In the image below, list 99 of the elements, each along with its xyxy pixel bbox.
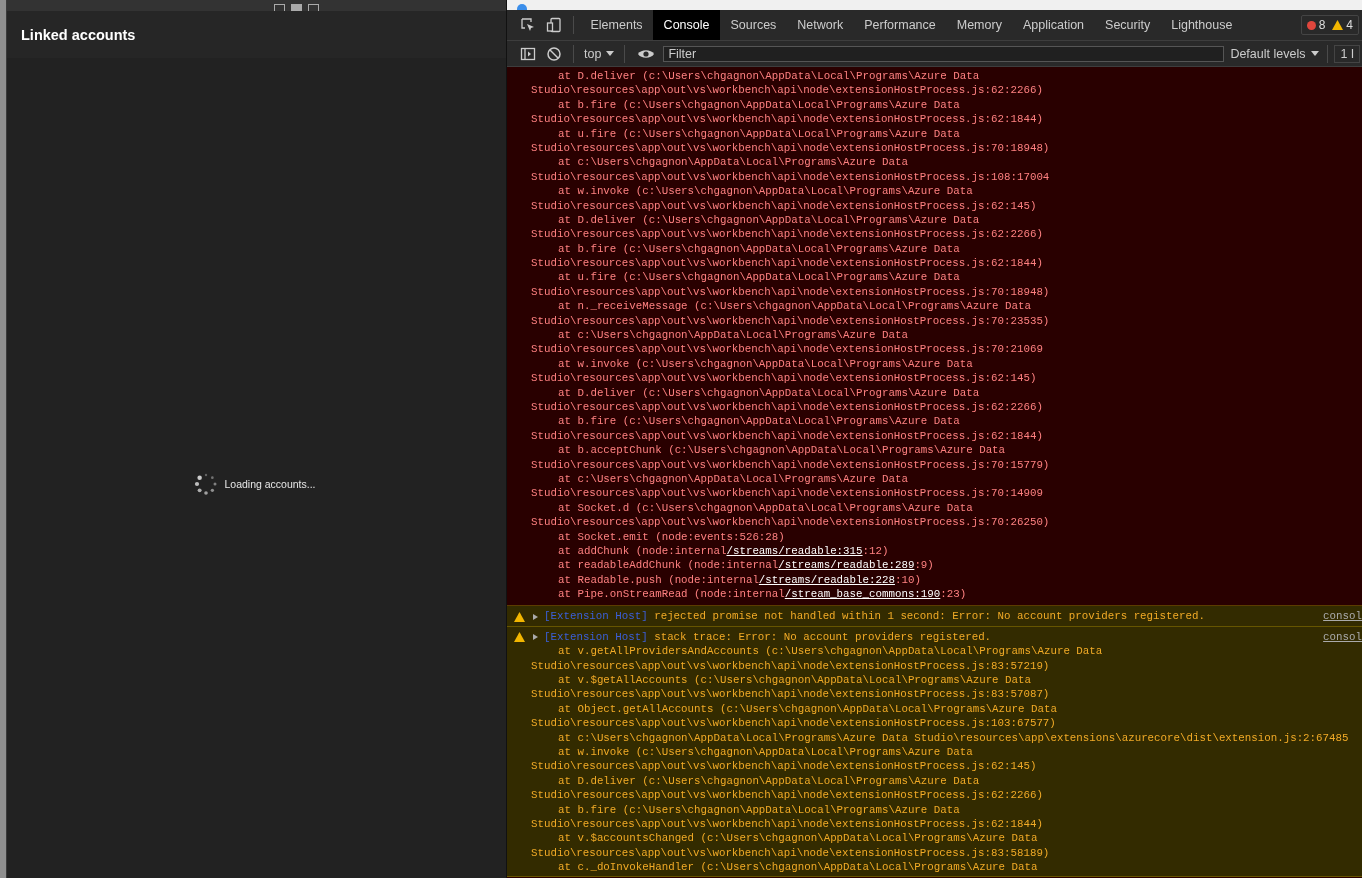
- message-text: rejected promise not handled within 1 second: Error: No account providers registered.: [654, 609, 1205, 624]
- stack-trace-line: Studio\resources\app\out\vs\workbench\api\node\extensionHostProcess.js:62:2266): [530, 227, 1044, 242]
- stack-trace-line: at D.deliver (c:\Users\chgagnon\AppData\Local\Programs\Azure Data: [557, 69, 981, 84]
- panel-title: Linked accounts: [21, 26, 136, 43]
- stack-trace-text: :23): [940, 588, 967, 601]
- source-link[interactable]: /streams/readable:228: [758, 573, 895, 586]
- tab[interactable]: Elements: [580, 10, 654, 40]
- caret-icon: [1311, 51, 1320, 56]
- stack-trace-line: Studio\resources\app\out\vs\workbench\api\node\extensionHostProcess.js:70:26250): [530, 515, 1051, 530]
- tab[interactable]: Sources: [720, 10, 787, 40]
- warning-icon: [514, 632, 525, 643]
- stack-trace-line: Studio\resources\app\out\vs\workbench\api\node\extensionHostProcess.js:70:23535): [530, 313, 1051, 329]
- stack-trace-line: Studio\resources\app\out\vs\workbench\api\node\extensionHostProcess.js:62:1844): [530, 256, 1044, 271]
- loading-text: Loading accounts...: [224, 478, 316, 490]
- stack-trace-text: at addChunk (node:internal: [558, 544, 727, 557]
- stack-trace-line: Studio\resources\app\out\vs\workbench\api\node\extensionHostProcess.js:70:18948): [530, 284, 1051, 300]
- stack-trace-line: Studio\resources\app\out\vs\workbench\api\node\extensionHostProcess.js:62:1844): [530, 428, 1044, 444]
- stack-trace-line: at c:\Users\chgagnon\AppData\Local\Programs\Azure Data Studio\resources\app\extensions\azurecore\dist\extension.js:2:67485: [557, 730, 1350, 745]
- error-count: 8: [1318, 18, 1326, 32]
- stack-trace-text: at Readable.push (node:internal: [558, 573, 759, 586]
- tab[interactable]: Lighthouse: [1160, 10, 1243, 40]
- stack-trace-line: at n._receiveMessage (c:\Users\chgagnon\AppData\Local\Programs\Azure Data: [557, 299, 1032, 314]
- stack-trace-line: at u.fire (c:\Users\chgagnon\AppData\Local\Programs\Azure Data: [557, 270, 961, 285]
- stack-trace-line: at Socket.emit (node:events:526:28): [557, 529, 786, 544]
- source-link[interactable]: /streams/readable:315: [726, 544, 863, 557]
- stack-trace-line: at w.invoke (c:\Users\chgagnon\AppData\Local\Programs\Azure Data: [557, 356, 974, 372]
- stack-trace-line: at D.deliver (c:\Users\chgagnon\AppData\Local\Programs\Azure Data: [557, 773, 981, 789]
- stack-trace-line: at b.fire (c:\Users\chgagnon\AppData\Local\Programs\Azure Data: [557, 97, 961, 113]
- context-dropdown[interactable]: top: [580, 46, 619, 61]
- stack-trace-line: at c._doInvokeHandler (c:\Users\chgagnon\AppData\Local\Programs\Azure Data: [557, 860, 1039, 875]
- stack-trace-line: at c:\Users\chgagnon\AppData\Local\Programs\Azure Data: [557, 328, 909, 343]
- source-tag: [Extension Host]: [544, 609, 648, 624]
- source-link[interactable]: /stream_base_commons:190: [784, 588, 941, 601]
- error-icon: [1306, 20, 1316, 30]
- stack-trace-line: at b.fire (c:\Users\chgagnon\AppData\Local\Programs\Azure Data: [557, 414, 961, 429]
- tab[interactable]: Network: [786, 10, 854, 40]
- stack-trace-line: Studio\resources\app\out\vs\workbench\api\node\extensionHostProcess.js:62:2266): [530, 788, 1044, 803]
- stack-trace-line: Studio\resources\app\out\vs\workbench\api\node\extensionHostProcess.js:108:17004: [530, 169, 1051, 185]
- tab[interactable]: Performance: [853, 10, 947, 40]
- filter-field[interactable]: Filter: [663, 45, 1225, 62]
- stack-trace-line: at D.deliver (c:\Users\chgagnon\AppData\Local\Programs\Azure Data: [557, 212, 981, 228]
- stack-trace-line: Studio\resources\app\out\vs\workbench\api\node\extensionHostProcess.js:62:145): [530, 371, 1038, 386]
- levels-dropdown[interactable]: Default levels: [1228, 46, 1322, 61]
- stack-trace-line: at Object.getAllAccounts (c:\Users\chgagnon\AppData\Local\Programs\Azure Data: [557, 701, 1058, 717]
- stack-trace-text: :10): [894, 573, 921, 586]
- stack-trace-line: at c:\Users\chgagnon\AppData\Local\Programs\Azure Data: [557, 155, 909, 170]
- stack-trace-line: at Socket.d (c:\Users\chgagnon\AppData\Local\Programs\Azure Data: [557, 500, 974, 516]
- warning-count: 4: [1346, 18, 1353, 32]
- clear-icon[interactable]: [546, 45, 562, 62]
- stack-trace-line: Studio\resources\app\out\vs\workbench\api\node\extensionHostProcess.js:62:2266): [530, 83, 1044, 98]
- source-tag: [Extension Host]: [544, 629, 648, 645]
- source-link[interactable]: consol: [1323, 629, 1362, 645]
- stack-trace-line: at b.fire (c:\Users\chgagnon\AppData\Local\Programs\Azure Data: [557, 802, 961, 817]
- stack-trace-line: Studio\resources\app\out\vs\workbench\api\node\extensionHostProcess.js:62:145): [530, 759, 1038, 774]
- stack-trace-line: Studio\resources\app\out\vs\workbench\api\node\extensionHostProcess.js:62:1844): [530, 112, 1044, 127]
- stack-trace-line: at u.fire (c:\Users\chgagnon\AppData\Local\Programs\Azure Data: [557, 126, 961, 141]
- tab[interactable]: Memory: [946, 10, 1013, 40]
- expand-icon[interactable]: [533, 613, 538, 620]
- stack-trace-line: Studio\resources\app\out\vs\workbench\api\node\extensionHostProcess.js:103:67577): [530, 716, 1057, 731]
- stack-trace-line: Studio\resources\app\out\vs\workbench\api\node\extensionHostProcess.js:70:15779): [530, 457, 1051, 472]
- stack-trace-text: at Pipe.onStreamRead (node:internal: [558, 588, 785, 601]
- message-text: stack trace: Error: No account providers registered.: [654, 629, 992, 645]
- stack-trace-line: Studio\resources\app\out\vs\workbench\api\node\extensionHostProcess.js:62:145): [530, 198, 1038, 213]
- tab[interactable]: Console: [653, 10, 720, 40]
- caret-icon: [606, 51, 615, 56]
- stack-trace-line: Studio\resources\app\out\vs\workbench\api\node\extensionHostProcess.js:83:58189): [530, 845, 1051, 861]
- source-link[interactable]: /streams/readable:289: [778, 559, 915, 572]
- stack-trace-line: at v.$accountsChanged (c:\Users\chgagnon\AppData\Local\Programs\Azure Data: [557, 831, 1039, 846]
- stack-trace-text: :9): [914, 559, 934, 572]
- eye-icon[interactable]: [637, 47, 656, 60]
- stack-trace-line: at v.$getAllAccounts (c:\Users\chgagnon\AppData\Local\Programs\Azure Data: [557, 673, 1032, 688]
- stack-trace-line: at c:\Users\chgagnon\AppData\Local\Programs\Azure Data: [557, 471, 909, 487]
- stack-trace-line: Studio\resources\app\out\vs\workbench\api\node\extensionHostProcess.js:62:2266): [530, 400, 1044, 415]
- stack-trace-line: Studio\resources\app\out\vs\workbench\api\node\extensionHostProcess.js:70:21069: [530, 342, 1044, 357]
- stack-trace-line: at b.acceptChunk (c:\Users\chgagnon\AppData\Local\Programs\Azure Data: [557, 443, 1007, 458]
- device-icon[interactable]: [546, 17, 562, 33]
- stack-trace-line: Studio\resources\app\out\vs\workbench\api\node\extensionHostProcess.js:83:57219): [530, 658, 1051, 673]
- tab[interactable]: Security: [1094, 10, 1161, 40]
- stack-trace-line: Studio\resources\app\out\vs\workbench\api\node\extensionHostProcess.js:70:18948): [530, 140, 1051, 156]
- stack-trace-line: at D.deliver (c:\Users\chgagnon\AppData\Local\Programs\Azure Data: [557, 385, 981, 400]
- stack-trace-line: at w.invoke (c:\Users\chgagnon\AppData\Local\Programs\Azure Data: [557, 744, 974, 760]
- expand-icon[interactable]: [533, 634, 538, 641]
- stack-trace-line: Studio\resources\app\out\vs\workbench\api\node\extensionHostProcess.js:70:14909: [530, 486, 1044, 501]
- tab[interactable]: Application: [1012, 10, 1095, 40]
- stack-trace-line: at b.fire (c:\Users\chgagnon\AppData\Local\Programs\Azure Data: [557, 241, 961, 257]
- inspect-icon[interactable]: [520, 17, 536, 33]
- stack-trace-text: :12): [862, 544, 889, 557]
- stack-trace-text: at readableAddChunk (node:internal: [558, 559, 779, 572]
- app-icon: [517, 4, 527, 10]
- stack-trace-line: at w.invoke (c:\Users\chgagnon\AppData\Local\Programs\Azure Data: [557, 184, 974, 199]
- stack-trace-line: Studio\resources\app\out\vs\workbench\api\node\extensionHostProcess.js:83:57087): [530, 687, 1051, 702]
- source-link[interactable]: consol: [1323, 609, 1362, 624]
- warning-icon: [514, 611, 525, 622]
- issue-counter[interactable]: 8 4: [1300, 15, 1359, 35]
- stack-trace-line: at v.getAllProvidersAndAccounts (c:\Users\chgagnon\AppData\Local\Programs\Azure Data: [557, 644, 1104, 659]
- sidebar-icon[interactable]: [520, 45, 536, 62]
- issues-button[interactable]: 1 I: [1334, 44, 1361, 63]
- stack-trace-line: Studio\resources\app\out\vs\workbench\api\node\extensionHostProcess.js:62:1844): [530, 816, 1044, 832]
- warning-icon: [1332, 20, 1344, 30]
